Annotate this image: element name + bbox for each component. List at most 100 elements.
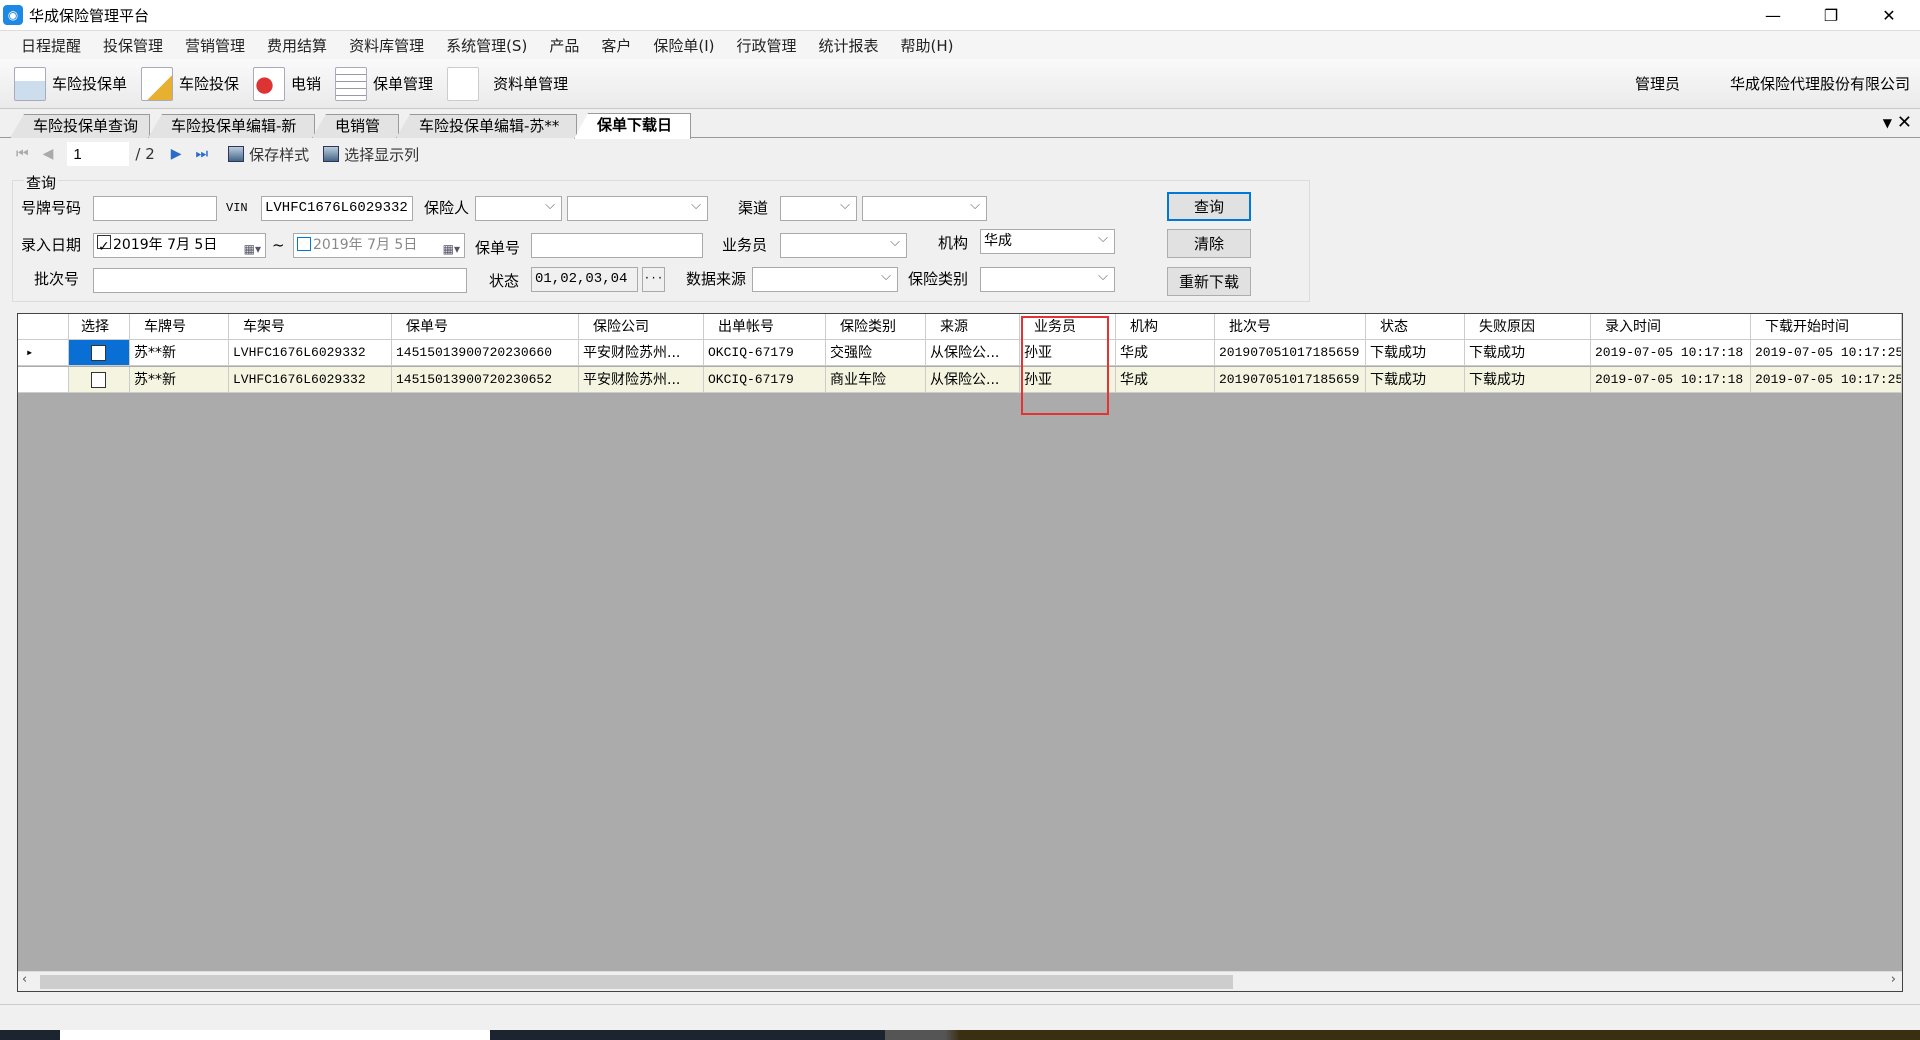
search-button[interactable]: 查询 [1167, 192, 1251, 221]
status-input[interactable]: 01,02,03,04 [531, 267, 638, 292]
channel-select[interactable] [862, 196, 987, 221]
salesman-select[interactable] [780, 233, 907, 258]
table-cell: 下载成功 [1465, 340, 1591, 366]
menu-item[interactable]: 营销管理 [174, 35, 256, 56]
blank-document-icon [447, 66, 480, 101]
date-to-picker[interactable]: 2019年 7月 5日 ▦▾ [293, 233, 465, 258]
menu-item[interactable]: 系统管理(S) [435, 35, 538, 56]
menu-item[interactable]: 资料库管理 [338, 35, 435, 56]
calendar-dropdown-icon[interactable]: ▦▾ [244, 238, 261, 257]
menu-item[interactable]: 帮助(H) [890, 35, 965, 56]
date-from-picker[interactable]: ✓ 2019年 7月 5日 ▦▾ [93, 233, 266, 258]
vin-input[interactable]: LVHFC1676L6029332 [261, 196, 413, 221]
prev-page-icon[interactable]: ◀ [43, 146, 54, 162]
scrollbar-thumb[interactable] [40, 975, 1233, 989]
batch-input[interactable] [93, 268, 467, 293]
insurance-type-select[interactable] [980, 267, 1115, 292]
tab-list-dropdown-icon[interactable]: ▼ [1883, 116, 1892, 130]
menu-item[interactable]: 统计报表 [808, 35, 890, 56]
column-header[interactable]: 保险公司 [579, 314, 704, 339]
row-select-checkbox[interactable] [90, 371, 106, 388]
menu-item[interactable]: 保险单(I) [642, 35, 725, 56]
row-header[interactable] [18, 367, 69, 393]
restore-button[interactable]: ❐ [1802, 0, 1860, 30]
close-button[interactable]: ✕ [1860, 0, 1918, 30]
choose-columns-button[interactable]: 选择显示列 [323, 144, 419, 165]
tab-close-icon[interactable]: ✕ [1897, 112, 1912, 133]
column-header[interactable]: 保单号 [392, 314, 579, 339]
date-from-checkbox[interactable]: ✓ [97, 235, 111, 255]
current-user: 管理员 [1634, 75, 1680, 93]
row-select-checkbox[interactable] [90, 344, 106, 361]
plate-label: 号牌号码 [21, 199, 82, 217]
tab-proposal-edit-su[interactable]: 车险投保单编辑-苏**新 [396, 114, 577, 138]
column-header[interactable]: 选择 [69, 314, 130, 339]
column-header[interactable]: 录入时间 [1591, 314, 1751, 339]
document-management-button[interactable]: 资料单管理 [447, 66, 568, 101]
menu-item[interactable]: 行政管理 [725, 35, 807, 56]
column-header[interactable]: 出单帐号 [704, 314, 826, 339]
scroll-left-icon[interactable]: ‹ [22, 972, 27, 987]
tab-proposal-edit-new-car[interactable]: 车险投保单编辑-新车 [148, 114, 315, 138]
menu-item[interactable]: 客户 [590, 35, 642, 56]
car-insure-button[interactable]: 车险投保 [141, 66, 239, 101]
telesales-button[interactable]: 电销 [253, 66, 321, 101]
calendar-dropdown-icon[interactable]: ▦▾ [443, 238, 460, 257]
data-source-select[interactable] [752, 267, 898, 292]
org-select[interactable]: 华成 [980, 229, 1115, 254]
table-cell: 下载成功 [1366, 340, 1465, 366]
org-label: 机构 [938, 234, 969, 252]
last-page-icon[interactable]: ⏭ [196, 146, 209, 162]
entry-date-label: 录入日期 [21, 236, 82, 254]
table-cell: 平安财险苏州... [579, 367, 704, 393]
column-header[interactable]: 保险类别 [826, 314, 926, 339]
menu-item[interactable]: 日程提醒 [10, 35, 92, 56]
column-header[interactable]: 车架号 [229, 314, 392, 339]
column-header[interactable]: 失败原因 [1465, 314, 1591, 339]
menu-item[interactable]: 费用结算 [256, 35, 338, 56]
tab-telesales[interactable]: 电销管理 [312, 114, 399, 138]
menu-item[interactable]: 投保管理 [92, 35, 174, 56]
org-value: 华成 [984, 233, 1012, 249]
row-header[interactable]: ▸ [18, 340, 69, 366]
salesman-label: 业务员 [722, 236, 768, 254]
table-cell: 2019-07-05 10:17:25 [1751, 367, 1902, 393]
insured-select[interactable] [567, 196, 708, 221]
plate-input[interactable] [93, 196, 217, 221]
column-header[interactable]: 批次号 [1215, 314, 1366, 339]
toolbar-label: 车险投保单 [52, 75, 128, 93]
save-style-button[interactable]: 保存样式 [228, 144, 309, 165]
date-from-value: 2019年 7月 5日 [113, 237, 218, 253]
table-cell: LVHFC1676L6029332 [229, 367, 392, 393]
table-row[interactable]: ▸ 苏**新 LVHFC1676L6029332 145150139007202306… [18, 340, 1902, 366]
column-header[interactable]: 来源 [926, 314, 1020, 339]
tab-policy-download-log[interactable]: 保单下载日志 [574, 113, 691, 139]
insured-label: 保险人 [424, 199, 470, 217]
taskbar [0, 1030, 1920, 1040]
page-number-input[interactable] [67, 142, 130, 166]
tab-proposal-query[interactable]: 车险投保单查询 [10, 114, 150, 138]
car-proposal-button[interactable]: 车险投保单 [14, 66, 128, 101]
date-to-checkbox[interactable] [297, 237, 311, 251]
status-picker-button[interactable]: ··· [642, 267, 665, 292]
column-header[interactable]: 状态 [1366, 314, 1465, 339]
minimize-button[interactable]: — [1744, 0, 1802, 30]
channel-type-select[interactable] [780, 196, 857, 221]
column-header[interactable]: 车牌号 [130, 314, 229, 339]
policy-management-button[interactable]: 保单管理 [335, 66, 433, 101]
scroll-right-icon[interactable]: › [1891, 972, 1896, 987]
redownload-button[interactable]: 重新下载 [1167, 267, 1251, 296]
table-cell: 下载成功 [1366, 367, 1465, 393]
table-row[interactable]: 苏**新 LVHFC1676L6029332 1451501390072023065… [18, 367, 1902, 393]
column-header[interactable]: 下载开始时间 [1751, 314, 1902, 339]
menu-item[interactable]: 产品 [538, 35, 590, 56]
column-header[interactable]: 机构 [1116, 314, 1215, 339]
table-cell: 14515013900720230660 [392, 340, 579, 366]
horizontal-scrollbar[interactable]: ‹ › [18, 971, 1902, 991]
next-page-icon[interactable]: ▶ [171, 146, 182, 162]
policy-no-input[interactable] [531, 233, 703, 258]
insured-type-select[interactable] [475, 196, 562, 221]
clear-button[interactable]: 清除 [1167, 229, 1251, 258]
first-page-icon[interactable]: ⏮ [16, 146, 29, 162]
query-legend: 查询 [24, 172, 59, 193]
